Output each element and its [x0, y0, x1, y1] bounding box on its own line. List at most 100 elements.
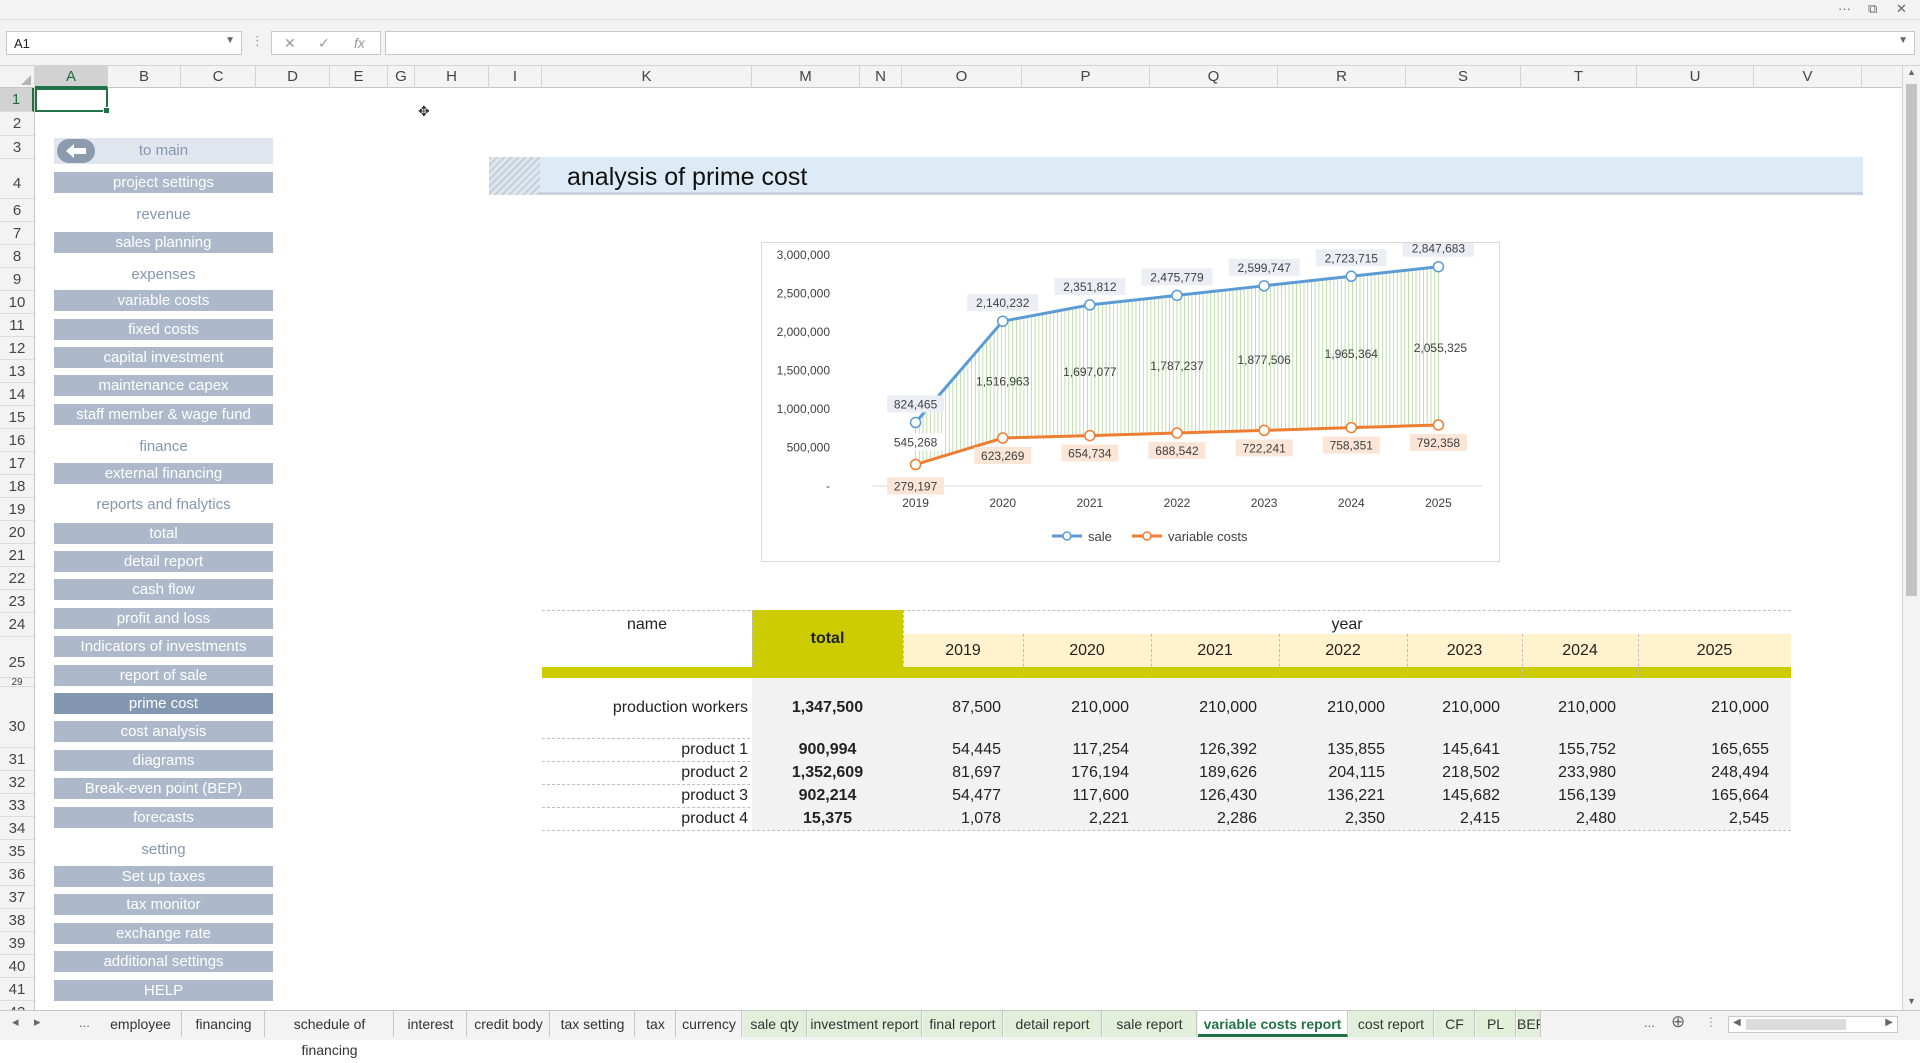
row-header-8[interactable]: 8 — [0, 245, 34, 268]
forecasts-button[interactable]: forecasts — [54, 807, 273, 828]
prime-cost-chart[interactable]: - 500,000 1,000,000 1,500,000 2,000,000 2,500… — [761, 239, 1500, 562]
prime-cost-button[interactable]: prime cost — [54, 693, 273, 714]
more-options-icon[interactable]: ··· — [1838, 1, 1851, 16]
row-header-3[interactable]: 3 — [0, 136, 34, 159]
sheet-tab[interactable]: financing — [183, 1011, 265, 1037]
col-header-K[interactable]: K — [542, 66, 752, 88]
sheet-tab[interactable]: currency — [677, 1011, 742, 1037]
row-header-12[interactable]: 12 — [0, 337, 34, 360]
bep-button[interactable]: Break-even point (BEP) — [54, 778, 273, 799]
row-header-39[interactable]: 39 — [0, 932, 34, 955]
tax-monitor-button[interactable]: tax monitor — [54, 894, 273, 915]
sheet-grid[interactable]: ✥ to main project settings revenue sales… — [35, 88, 1902, 1010]
sheet-tab[interactable]: sale report — [1103, 1011, 1197, 1037]
horizontal-scrollbar[interactable]: ◀ ▶ — [1728, 1016, 1898, 1033]
row-header-15[interactable]: 15 — [0, 406, 34, 429]
row-header-21[interactable]: 21 — [0, 544, 34, 567]
col-header-P[interactable]: P — [1022, 66, 1150, 88]
row-header-34[interactable]: 34 — [0, 817, 34, 840]
chevron-down-icon[interactable]: ▼ — [225, 35, 235, 46]
row-header-38[interactable]: 38 — [0, 909, 34, 932]
sheet-tab[interactable]: detail report — [1004, 1011, 1102, 1037]
row-header-23[interactable]: 23 — [0, 590, 34, 613]
detail-report-button[interactable]: detail report — [54, 551, 273, 572]
col-header-E[interactable]: E — [330, 66, 388, 88]
row-header-7[interactable]: 7 — [0, 222, 34, 245]
row-header-19[interactable]: 19 — [0, 498, 34, 521]
col-header-N[interactable]: N — [860, 66, 902, 88]
col-header-Q[interactable]: Q — [1150, 66, 1278, 88]
formula-input[interactable]: ▼ — [385, 31, 1915, 55]
col-header-C[interactable]: C — [181, 66, 256, 88]
sheet-tab[interactable]: investment report — [808, 1011, 922, 1037]
sheet-tab[interactable]: PL — [1476, 1011, 1516, 1037]
col-header-T[interactable]: T — [1521, 66, 1637, 88]
sheet-tab[interactable]: sale qty — [743, 1011, 807, 1037]
cancel-icon[interactable]: ✕ — [284, 35, 296, 52]
enter-icon[interactable]: ✓ — [318, 35, 330, 52]
vertical-scrollbar[interactable]: ▲ ▼ — [1902, 66, 1920, 1010]
row-header-32[interactable]: 32 — [0, 771, 34, 794]
row-header-6[interactable]: 6 — [0, 199, 34, 222]
cost-analysis-button[interactable]: cost analysis — [54, 721, 273, 742]
row-header-40[interactable]: 40 — [0, 955, 34, 978]
horizontal-scroll-thumb[interactable] — [1746, 1019, 1846, 1030]
row-header-37[interactable]: 37 — [0, 886, 34, 909]
exchange-rate-button[interactable]: exchange rate — [54, 923, 273, 944]
row-header-35[interactable]: 35 — [0, 840, 34, 863]
help-button[interactable]: HELP — [54, 980, 273, 1001]
diagrams-button[interactable]: diagrams — [54, 750, 273, 771]
row-header-2[interactable]: 2 — [0, 112, 34, 136]
tab-prev-icon[interactable]: ◂ — [12, 1014, 19, 1030]
total-button[interactable]: total — [54, 523, 273, 544]
sheet-tab[interactable]: cost report — [1349, 1011, 1434, 1037]
project-settings-button[interactable]: project settings — [54, 172, 273, 193]
scroll-right-icon[interactable]: ▶ — [1885, 1017, 1893, 1028]
fixed-costs-button[interactable]: fixed costs — [54, 319, 273, 340]
col-header-D[interactable]: D — [256, 66, 330, 88]
sheet-tab[interactable]: final report — [923, 1011, 1003, 1037]
external-financing-button[interactable]: external financing — [54, 463, 273, 484]
scroll-up-icon[interactable]: ▲ — [1907, 67, 1916, 77]
sheet-tab[interactable]: BEP — [1517, 1011, 1541, 1037]
tab-next-icon[interactable]: ▸ — [34, 1014, 41, 1030]
row-header-9[interactable]: 9 — [0, 268, 34, 291]
function-icon[interactable]: fx — [354, 35, 365, 51]
vertical-scroll-thumb[interactable] — [1906, 84, 1917, 596]
sales-planning-button[interactable]: sales planning — [54, 232, 273, 253]
row-header-30[interactable]: 30 — [0, 687, 34, 748]
close-window-icon[interactable]: ✕ — [1896, 1, 1907, 17]
sheet-tab[interactable]: schedule of financing — [266, 1011, 394, 1058]
scroll-left-icon[interactable]: ◀ — [1733, 1017, 1741, 1028]
row-header-14[interactable]: 14 — [0, 383, 34, 406]
cash-flow-button[interactable]: cash flow — [54, 579, 273, 600]
col-header-U[interactable]: U — [1637, 66, 1754, 88]
row-header-18[interactable]: 18 — [0, 475, 34, 498]
row-header-22[interactable]: 22 — [0, 567, 34, 590]
row-header-20[interactable]: 20 — [0, 521, 34, 544]
row-header-24[interactable]: 24 — [0, 613, 34, 637]
name-box[interactable]: A1 ▼ — [6, 31, 242, 55]
sheet-tab[interactable]: CF — [1435, 1011, 1475, 1037]
row-header-36[interactable]: 36 — [0, 863, 34, 886]
select-all-corner[interactable] — [0, 66, 35, 88]
row-header-41[interactable]: 41 — [0, 978, 34, 1001]
add-sheet-icon[interactable]: ⊕ — [1671, 1012, 1685, 1032]
sheet-tab[interactable]: employee — [100, 1011, 182, 1037]
row-header-25[interactable]: 25 — [0, 637, 34, 678]
sheet-tab[interactable]: tax — [636, 1011, 676, 1037]
tabs-more-left[interactable]: ... — [79, 1015, 90, 1030]
row-header-13[interactable]: 13 — [0, 360, 34, 383]
col-header-M[interactable]: M — [752, 66, 860, 88]
row-header-33[interactable]: 33 — [0, 794, 34, 817]
row-header-29[interactable]: 29 — [0, 678, 34, 687]
report-of-sale-button[interactable]: report of sale — [54, 665, 273, 686]
row-header-10[interactable]: 10 — [0, 291, 34, 314]
capital-investment-button[interactable]: capital investment — [54, 347, 273, 368]
sheet-tab[interactable]: variable costs report — [1198, 1011, 1348, 1037]
sheet-tab[interactable]: interest — [395, 1011, 467, 1037]
col-header-A[interactable]: A — [35, 66, 108, 88]
variable-costs-button[interactable]: variable costs — [54, 290, 273, 311]
row-header-11[interactable]: 11 — [0, 314, 34, 337]
sheet-tab[interactable]: credit body — [468, 1011, 550, 1037]
